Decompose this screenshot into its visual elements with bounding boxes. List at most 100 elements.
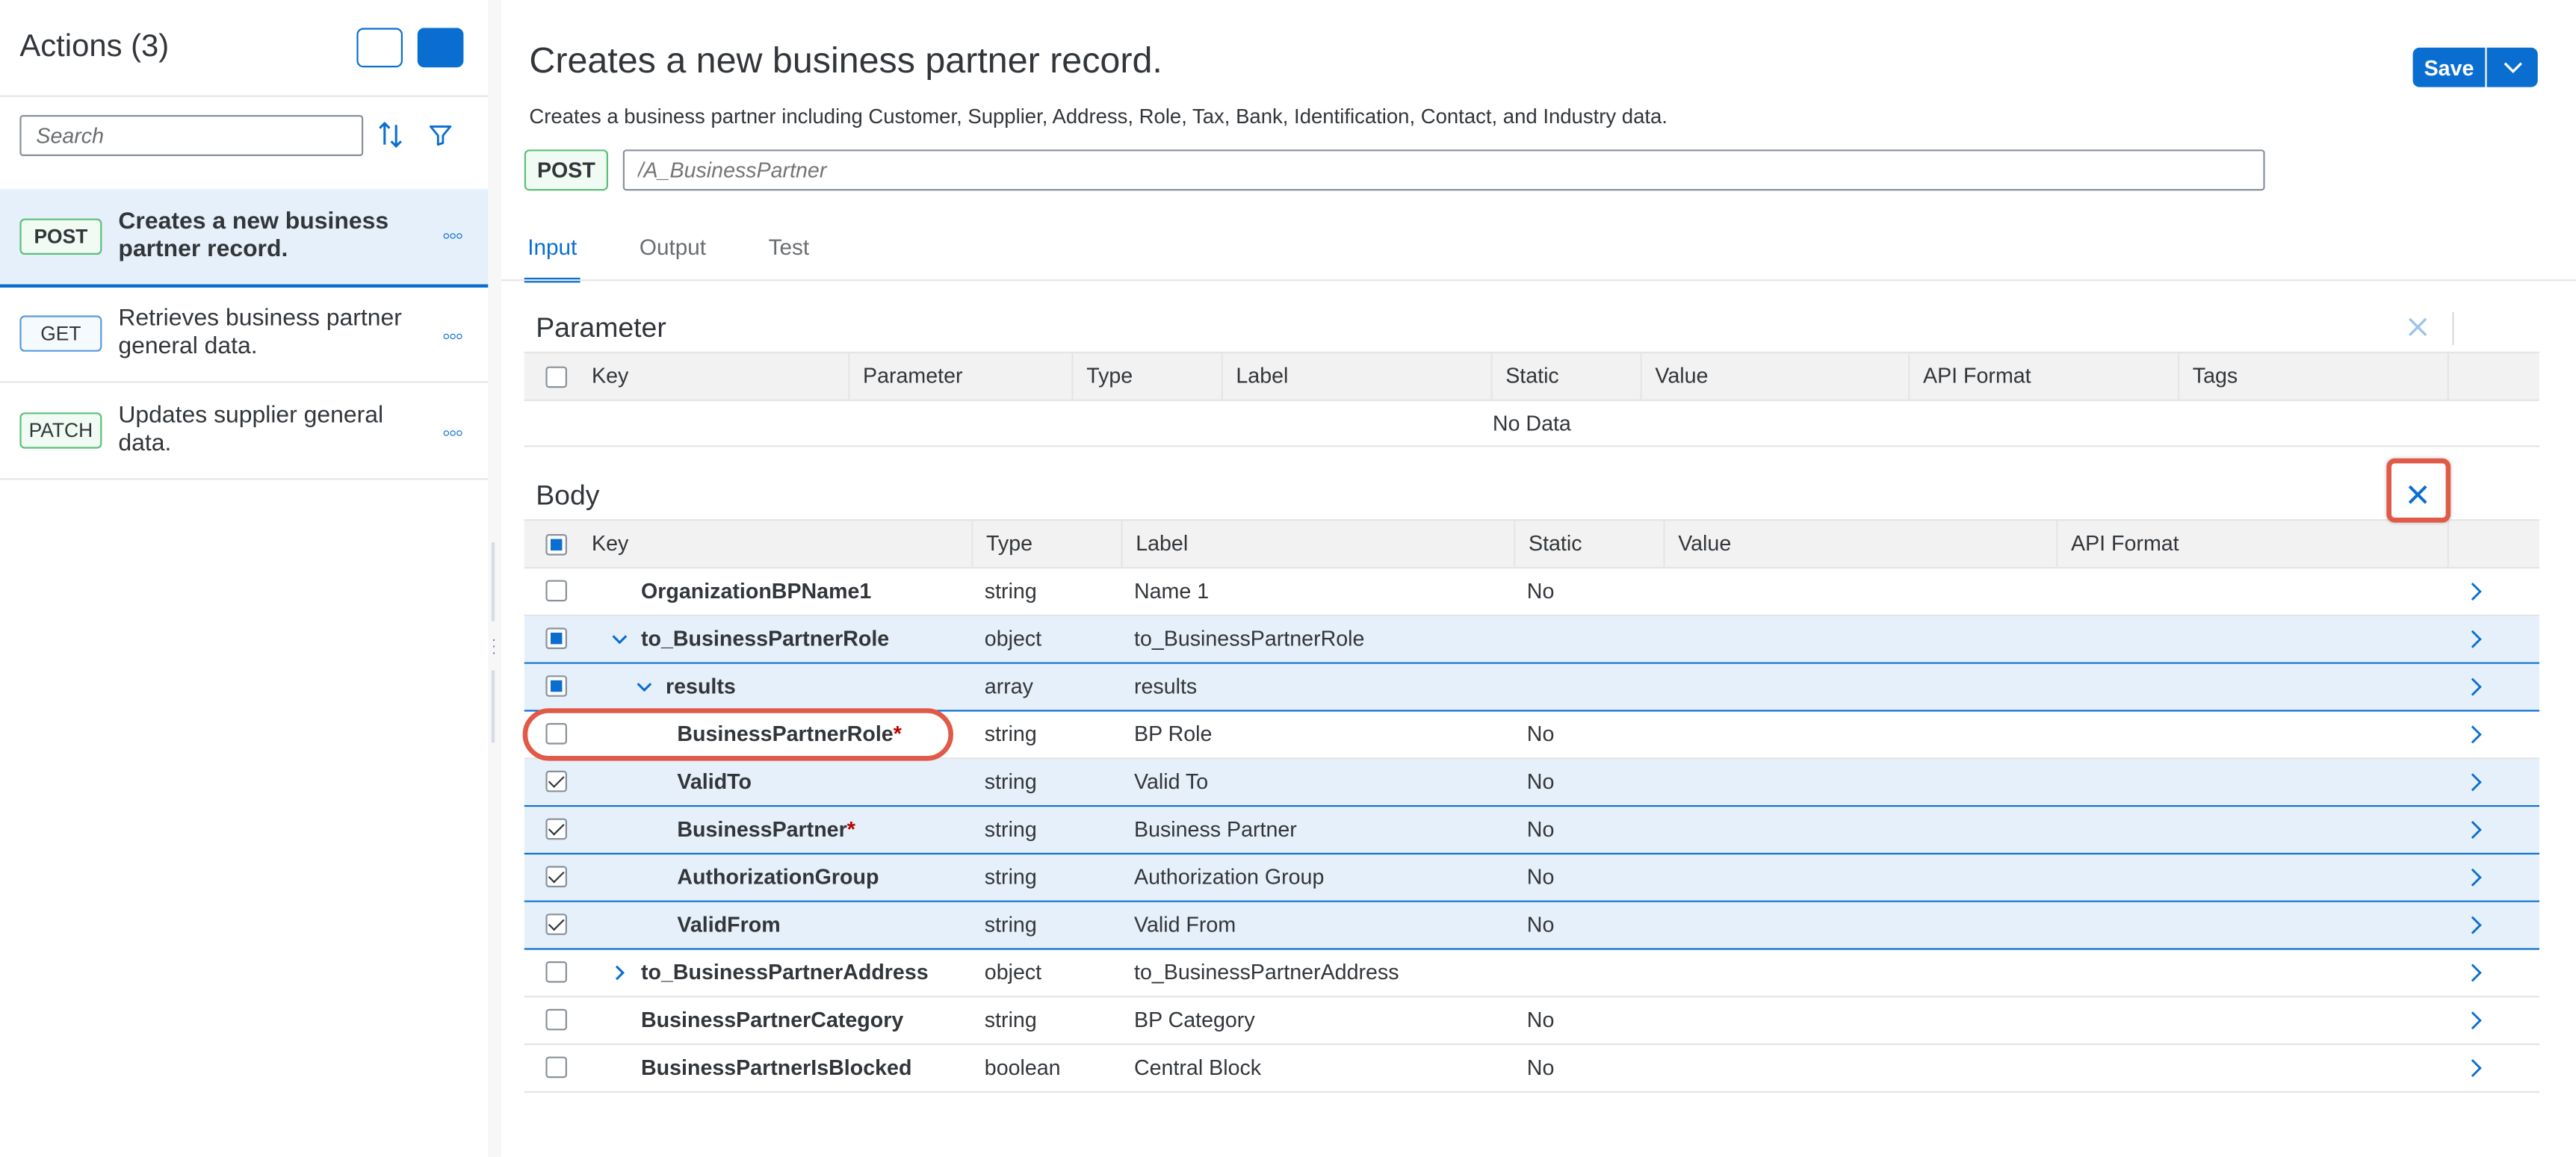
chevron-right-icon[interactable] bbox=[2464, 1009, 2487, 1032]
save-options-button[interactable] bbox=[2486, 47, 2538, 87]
column-header: Label bbox=[1221, 353, 1493, 400]
chevron-right-icon[interactable] bbox=[2464, 961, 2487, 984]
row-checkbox[interactable] bbox=[545, 580, 567, 602]
row-checkbox[interactable] bbox=[545, 961, 567, 983]
divider bbox=[2452, 312, 2454, 345]
save-button[interactable]: Save bbox=[2412, 47, 2486, 87]
action-item-get[interactable]: GET Retrieves business partner general d… bbox=[0, 288, 489, 383]
tab-bar: Input Output Test bbox=[524, 223, 869, 283]
row-key: BusinessPartner* bbox=[677, 807, 855, 853]
tab-output[interactable]: Output bbox=[636, 223, 709, 278]
chevron-down-icon[interactable] bbox=[608, 627, 631, 651]
detail-view-toggle-button[interactable] bbox=[417, 28, 464, 68]
action-label: Updates supplier general data. bbox=[118, 403, 384, 457]
empty-state-text: No Data bbox=[1492, 411, 1571, 435]
row-static: No bbox=[1526, 578, 1555, 604]
method-badge: POST bbox=[524, 149, 608, 191]
row-label: results bbox=[1134, 674, 1198, 698]
filter-button[interactable] bbox=[424, 118, 457, 151]
chevron-right-icon[interactable] bbox=[2464, 1057, 2487, 1080]
table-row[interactable]: BusinessPartner* string Business Partner No bbox=[524, 807, 2539, 854]
row-checkbox[interactable] bbox=[545, 818, 567, 840]
table-row[interactable]: BusinessPartnerCategory string BP Category… bbox=[524, 997, 2539, 1046]
row-checkbox[interactable] bbox=[545, 675, 567, 697]
more-icon[interactable]: ◦◦◦ bbox=[434, 421, 470, 444]
table-row[interactable]: BusinessPartnerIsBlocked boolean Central B… bbox=[524, 1045, 2539, 1093]
chevron-right-icon[interactable] bbox=[2464, 819, 2487, 842]
row-key: BusinessPartnerIsBlocked bbox=[641, 1045, 911, 1091]
table-row[interactable]: OrganizationBPName1 string Name 1 No bbox=[524, 568, 2539, 616]
row-key: ValidTo bbox=[677, 759, 752, 805]
key-text: ValidFrom bbox=[677, 912, 781, 937]
divider bbox=[524, 445, 2539, 447]
row-checkbox[interactable] bbox=[545, 913, 567, 935]
row-static: No bbox=[1526, 769, 1555, 794]
action-label: Retrieves business partner general data. bbox=[118, 305, 402, 360]
chevron-right-icon[interactable] bbox=[2464, 675, 2487, 698]
row-type: string bbox=[984, 578, 1037, 604]
chevron-right-icon[interactable] bbox=[2464, 627, 2487, 651]
row-checkbox[interactable] bbox=[545, 1008, 567, 1031]
action-item-post[interactable]: POST Creates a new business partner reco… bbox=[0, 189, 489, 288]
select-all-checkbox[interactable] bbox=[545, 366, 567, 388]
key-text: results bbox=[666, 674, 736, 698]
table-row[interactable]: ValidFrom string Valid From No bbox=[524, 902, 2539, 950]
row-checkbox[interactable] bbox=[545, 627, 567, 649]
row-label: Authorization Group bbox=[1134, 864, 1325, 890]
row-static: No bbox=[1526, 912, 1555, 937]
column-header: Value bbox=[1663, 521, 2058, 567]
chevron-right-icon[interactable] bbox=[2464, 580, 2487, 604]
more-icon[interactable]: ◦◦◦ bbox=[434, 323, 470, 347]
chevron-right-icon[interactable] bbox=[2464, 866, 2487, 889]
chevron-right-icon[interactable] bbox=[2464, 913, 2487, 937]
tab-test[interactable]: Test bbox=[765, 223, 812, 278]
row-label: Valid From bbox=[1134, 912, 1236, 937]
table-row[interactable]: to_BusinessPartnerAddress object to_Busine… bbox=[524, 950, 2539, 998]
table-row[interactable]: ValidTo string Valid To No bbox=[524, 759, 2539, 807]
action-item-patch[interactable]: PATCH Updates supplier general data. ◦◦◦ bbox=[0, 385, 489, 480]
sort-button[interactable] bbox=[375, 118, 408, 151]
chevron-right-icon[interactable] bbox=[608, 961, 631, 984]
table-header: Key Parameter Type Label Static Value AP… bbox=[524, 351, 2539, 401]
table-row[interactable]: to_BusinessPartnerRole object to_BusinessP… bbox=[524, 616, 2539, 664]
filter-icon bbox=[429, 125, 452, 146]
key-text: BusinessPartnerIsBlocked bbox=[641, 1055, 912, 1080]
more-icon[interactable]: ◦◦◦ bbox=[434, 223, 470, 246]
save-button-group: Save bbox=[2412, 47, 2538, 87]
table-row[interactable]: AuthorizationGroup string Authorization Gr… bbox=[524, 854, 2539, 902]
body-table: Key Type Label Static Value API Format O… bbox=[524, 519, 2539, 1097]
divider bbox=[491, 670, 495, 743]
row-key: ValidFrom bbox=[677, 902, 780, 949]
row-checkbox[interactable] bbox=[545, 770, 567, 792]
chevron-right-icon[interactable] bbox=[2464, 723, 2487, 746]
detail-panel: Creates a new business partner record. S… bbox=[501, 0, 2576, 1157]
select-all-checkbox[interactable] bbox=[545, 534, 567, 556]
chevron-down-icon[interactable] bbox=[633, 675, 656, 698]
tab-input[interactable]: Input bbox=[524, 223, 580, 283]
row-checkbox[interactable] bbox=[545, 866, 567, 887]
parameter-close-button[interactable] bbox=[2403, 312, 2433, 342]
key-text: BusinessPartnerCategory bbox=[641, 1007, 904, 1032]
chevron-right-icon[interactable] bbox=[2464, 771, 2487, 794]
column-header: Type bbox=[1071, 353, 1224, 400]
body-section-title: Body bbox=[536, 480, 600, 512]
row-type: string bbox=[984, 864, 1037, 890]
table-row[interactable]: results array results bbox=[524, 663, 2539, 712]
column-header: Static bbox=[1514, 521, 1665, 567]
list-view-toggle-button[interactable] bbox=[356, 28, 403, 68]
column-header: Label bbox=[1121, 521, 1515, 567]
row-type: object bbox=[984, 959, 1042, 984]
actions-panel: Actions (3) POST Creates a new business … bbox=[0, 0, 490, 1157]
search-input[interactable] bbox=[19, 115, 364, 156]
actions-title: Actions (3) bbox=[19, 29, 170, 64]
row-label: BP Role bbox=[1134, 721, 1213, 746]
key-text: to_BusinessPartnerRole bbox=[641, 626, 890, 651]
column-header-spacer bbox=[2447, 353, 2539, 400]
required-indicator: * bbox=[846, 816, 855, 842]
chevron-down-icon bbox=[2503, 62, 2521, 74]
row-label: to_BusinessPartnerRole bbox=[1134, 626, 1365, 651]
endpoint-input[interactable] bbox=[622, 149, 2265, 191]
panel-resize-handle[interactable]: · · · bbox=[488, 0, 501, 1157]
row-checkbox[interactable] bbox=[545, 1056, 567, 1079]
key-text: ValidTo bbox=[677, 769, 752, 794]
